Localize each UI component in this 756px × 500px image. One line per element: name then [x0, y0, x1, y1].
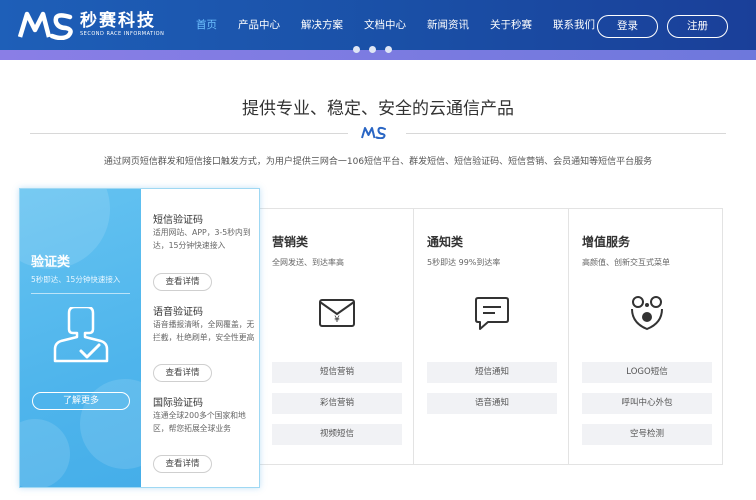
divider [30, 133, 348, 134]
section-title: 提供专业、稳定、安全的云通信产品 [242, 99, 514, 119]
ms-small-logo-icon [361, 126, 386, 139]
svg-text:¥: ¥ [334, 315, 340, 325]
site-logo[interactable]: 秒赛科技 SECOND RACE INFORMATION [18, 10, 164, 40]
nav-docs[interactable]: 文档中心 [364, 0, 406, 50]
card-value-added: 增值服务 高颜值、创新交互式菜单 LOGO短信 呼叫中心外包 空号检测 [569, 209, 724, 464]
item-title: 国际验证码 [153, 398, 203, 409]
verify-icon [53, 307, 109, 363]
logo-name: 秒赛科技 [80, 11, 156, 31]
section-subtitle: 通过网页短信群发和短信接口触发方式，为用户提供三网合一106短信平台、群发短信、… [103, 157, 653, 167]
intl-code-details-button[interactable]: 查看详情 [153, 455, 212, 473]
marketing-mms-button[interactable]: 彩信营销 [272, 393, 402, 414]
register-button[interactable]: 注册 [667, 15, 728, 38]
nav-solutions[interactable]: 解决方案 [301, 0, 343, 50]
top-navbar: 秒赛科技 SECOND RACE INFORMATION 首页 产品中心 解决方… [0, 0, 756, 50]
featured-verification-panel: 验证类 5秒即达、15分钟快速接入 了解更多 短信验证码 适用网站、APP，3-… [19, 188, 260, 488]
item-title: 语音验证码 [153, 307, 203, 318]
card-marketing: 营销类 全网发送、到达率高 ¥ 短信营销 彩信营销 视频短信 [259, 209, 414, 464]
voice-notice-button[interactable]: 语音通知 [427, 393, 557, 414]
item-desc: 语音播报清晰，全网覆盖，无拦截，杜绝刷单，安全性更高 [153, 320, 255, 342]
nav-about[interactable]: 关于秒赛 [490, 0, 532, 50]
card-notification: 通知类 5秒即达 99%到达率 短信通知 语音通知 [414, 209, 569, 464]
nav-home[interactable]: 首页 [196, 0, 217, 50]
sms-code-details-button[interactable]: 查看详情 [153, 273, 212, 291]
card-title: 增值服务 [582, 235, 631, 249]
voice-code-details-button[interactable]: 查看详情 [153, 364, 212, 382]
carousel-dot[interactable] [353, 46, 360, 53]
card-desc: 高颜值、创新交互式菜单 [582, 258, 670, 267]
call-center-button[interactable]: 呼叫中心外包 [582, 393, 712, 414]
featured-banner: 验证类 5秒即达、15分钟快速接入 了解更多 [20, 189, 141, 487]
card-title: 营销类 [272, 235, 309, 249]
logo-tagline: SECOND RACE INFORMATION [80, 31, 165, 37]
chat-bubble-icon [475, 297, 509, 330]
carousel-indicators [353, 46, 401, 53]
ms-logo-icon [18, 11, 73, 40]
number-check-button[interactable]: 空号检测 [582, 424, 712, 445]
featured-title: 验证类 [31, 255, 71, 270]
main-nav: 首页 产品中心 解决方案 文档中心 新闻资讯 关于秒赛 联系我们 [196, 0, 616, 50]
nav-contact[interactable]: 联系我们 [553, 0, 595, 50]
value-added-icon [631, 296, 663, 331]
featured-items: 短信验证码 适用网站、APP，3-5秒内到达，15分钟快速接入 查看详情 语音验… [141, 189, 259, 487]
item-desc: 适用网站、APP，3-5秒内到达，15分钟快速接入 [153, 228, 251, 250]
card-desc: 全网发送、到达率高 [272, 258, 344, 267]
carousel-dot[interactable] [385, 46, 392, 53]
video-sms-button[interactable]: 视频短信 [272, 424, 402, 445]
logo-sms-button[interactable]: LOGO短信 [582, 362, 712, 383]
nav-news[interactable]: 新闻资讯 [427, 0, 469, 50]
card-title: 通知类 [427, 235, 464, 249]
decor-circle [20, 419, 70, 487]
item-title: 短信验证码 [153, 215, 203, 226]
item-desc: 连通全球200多个国家和地区，帮您拓展全球业务 [153, 411, 246, 433]
envelope-yen-icon: ¥ [319, 299, 355, 327]
login-button[interactable]: 登录 [597, 15, 658, 38]
sms-notice-button[interactable]: 短信通知 [427, 362, 557, 383]
marketing-sms-button[interactable]: 短信营销 [272, 362, 402, 383]
divider [31, 293, 130, 294]
divider [406, 133, 726, 134]
card-desc: 5秒即达 99%到达率 [427, 258, 501, 267]
learn-more-button[interactable]: 了解更多 [32, 392, 130, 410]
nav-products[interactable]: 产品中心 [238, 0, 280, 50]
featured-subtitle: 5秒即达、15分钟快速接入 [31, 275, 121, 284]
carousel-dot[interactable] [369, 46, 376, 53]
